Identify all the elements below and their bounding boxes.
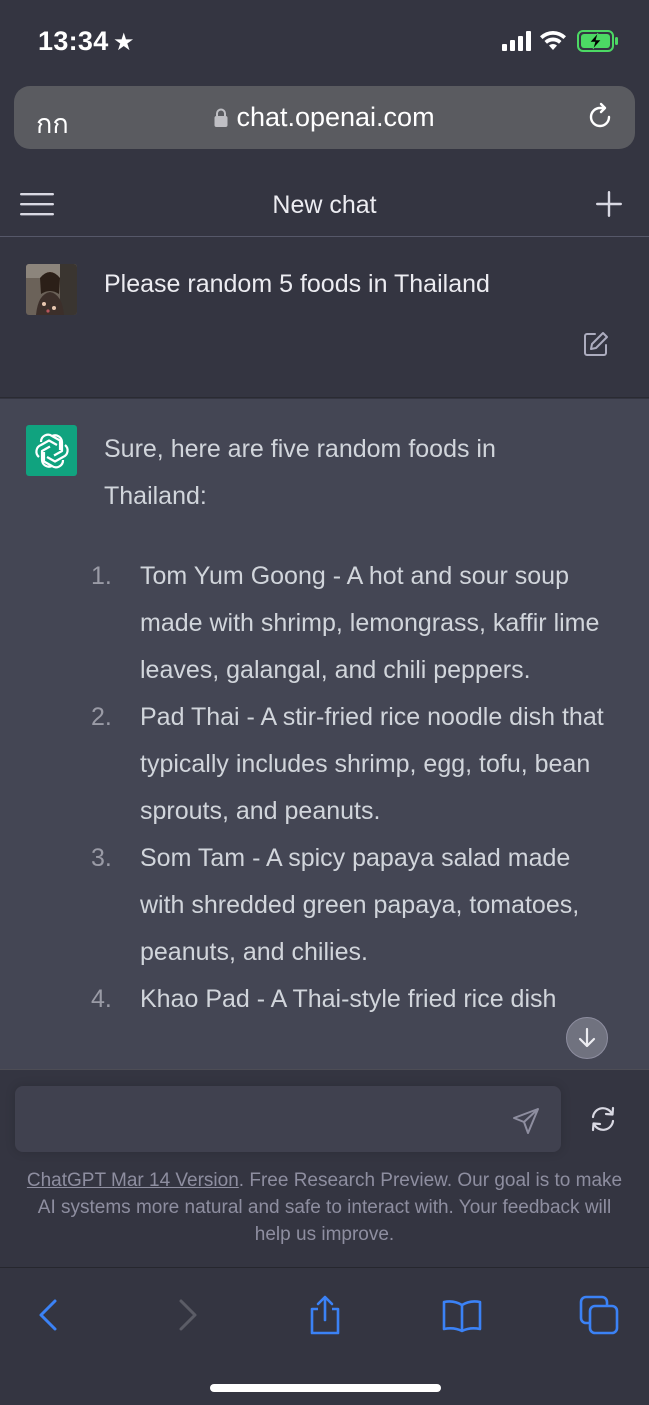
wifi-icon bbox=[540, 30, 566, 50]
list-item-number: 1. bbox=[91, 562, 112, 590]
assistant-message: Sure, here are five random foods in Thai… bbox=[0, 399, 649, 1069]
list-item-number: 2. bbox=[91, 703, 112, 731]
star-icon: ★ bbox=[113, 29, 135, 56]
list-item: 3. Som Tam - A spicy papaya salad made w… bbox=[0, 835, 649, 976]
user-message: Please random 5 foods in Thailand bbox=[0, 238, 649, 398]
address-bar[interactable]: กก chat.openai.com bbox=[14, 86, 635, 149]
status-bar: 13:34 ★ bbox=[0, 0, 649, 82]
battery-charging-icon bbox=[577, 30, 618, 52]
list-item-text: Pad Thai - A stir-fried rice noodle dish… bbox=[140, 703, 604, 825]
list-item-number: 3. bbox=[91, 844, 112, 872]
version-link[interactable]: ChatGPT Mar 14 Version bbox=[27, 1170, 239, 1191]
lock-icon bbox=[214, 108, 228, 127]
scroll-to-bottom-button[interactable] bbox=[566, 1017, 608, 1059]
home-indicator[interactable] bbox=[210, 1384, 441, 1392]
user-message-text: Please random 5 foods in Thailand bbox=[104, 270, 490, 298]
assistant-intro-text: Sure, here are five random foods in Thai… bbox=[104, 435, 496, 510]
reload-icon[interactable] bbox=[585, 102, 615, 132]
regenerate-icon[interactable] bbox=[589, 1105, 617, 1133]
edit-icon[interactable] bbox=[583, 331, 609, 357]
list-item: 1. Tom Yum Goong - A hot and sour soup m… bbox=[0, 553, 649, 694]
food-list: 1. Tom Yum Goong - A hot and sour soup m… bbox=[0, 553, 649, 1023]
browser-toolbar bbox=[0, 1267, 649, 1405]
chat-header: New chat bbox=[0, 172, 649, 237]
page-title: New chat bbox=[272, 191, 377, 219]
arrow-down-icon bbox=[578, 1027, 596, 1048]
new-chat-plus-icon[interactable] bbox=[595, 190, 623, 218]
user-avatar bbox=[26, 264, 77, 315]
list-item: 2. Pad Thai - A stir-fried rice noodle d… bbox=[0, 694, 649, 835]
footer-note: ChatGPT Mar 14 Version. Free Research Pr… bbox=[20, 1167, 629, 1248]
back-icon[interactable] bbox=[28, 1295, 68, 1335]
url-display[interactable]: chat.openai.com bbox=[14, 86, 635, 149]
chatgpt-logo-icon bbox=[26, 425, 77, 476]
composer-area: ChatGPT Mar 14 Version. Free Research Pr… bbox=[0, 1069, 649, 1267]
cellular-signal-icon bbox=[502, 31, 531, 51]
message-input[interactable] bbox=[15, 1086, 561, 1152]
send-icon[interactable] bbox=[512, 1107, 540, 1135]
forward-icon[interactable] bbox=[168, 1295, 208, 1335]
share-icon[interactable] bbox=[305, 1295, 345, 1335]
bookmarks-icon[interactable] bbox=[442, 1295, 482, 1335]
status-time: 13:34 bbox=[38, 26, 109, 56]
list-item: 4. Khao Pad - A Thai-style fried rice di… bbox=[0, 976, 649, 1023]
list-item-text: Khao Pad - A Thai-style fried rice dish bbox=[140, 985, 557, 1013]
list-item-number: 4. bbox=[91, 985, 112, 1013]
list-item-text: Tom Yum Goong - A hot and sour soup made… bbox=[140, 562, 600, 684]
tabs-icon[interactable] bbox=[579, 1295, 619, 1335]
url-text: chat.openai.com bbox=[236, 102, 435, 132]
list-item-text: Som Tam - A spicy papaya salad made with… bbox=[140, 844, 580, 966]
